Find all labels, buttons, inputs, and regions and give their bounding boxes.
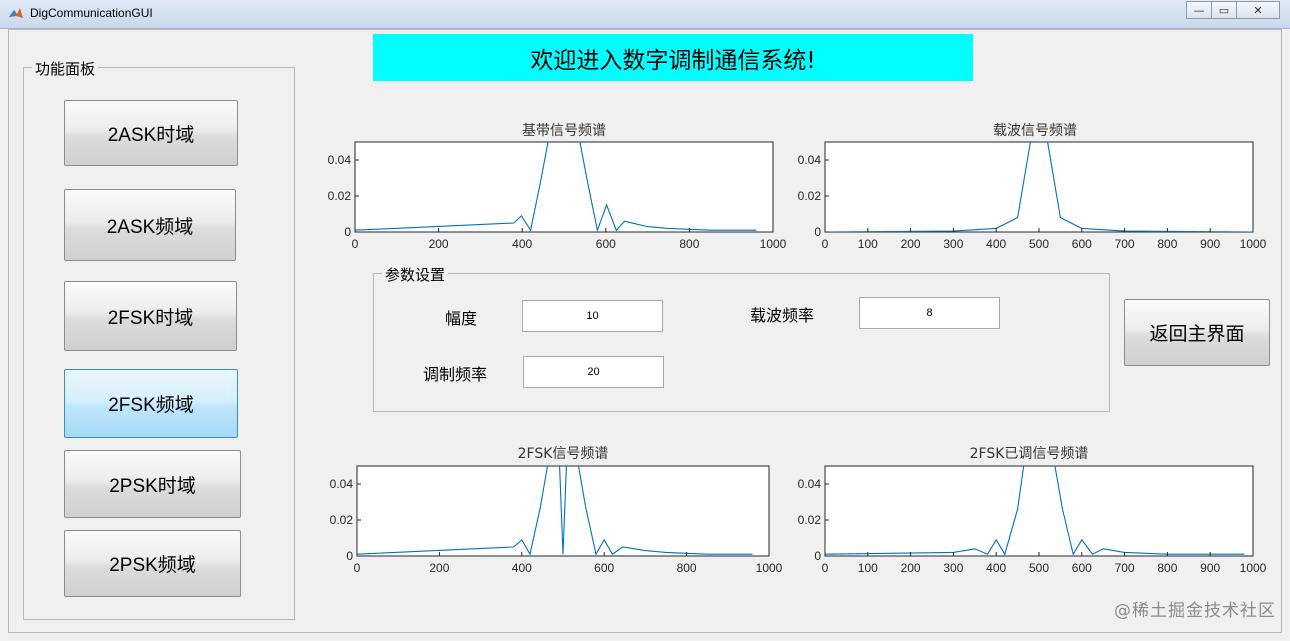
x-tick-label: 200 [901,561,921,575]
x-tick-label: 300 [943,237,963,251]
carrier-spectrum-plot: 0 100 200 300 400 500 600 700 800 900 1000 0 0.02 0.0… [798,141,1267,251]
y-tick-label: 0.04 [330,477,354,491]
close-button[interactable]: ✕ [1236,1,1280,19]
y-tick-label: 0 [346,549,353,563]
btn-2psk-freq[interactable]: 2PSK频域 [64,530,241,597]
window-title: DigCommunicationGUI [30,6,153,20]
window-titlebar: DigCommunicationGUI — ▭ ✕ [0,0,1290,29]
x-tick-label: 100 [858,561,878,575]
y-tick-label: 0.02 [330,513,354,527]
btn-2ask-freq[interactable]: 2ASK频域 [64,189,236,261]
return-main-button[interactable]: 返回主界面 [1124,299,1270,366]
baseband-spectrum-plot: 0 200 400 600 800 100000.020.04 [328,141,787,251]
x-tick-label: 700 [1115,561,1135,575]
x-tick-label: 0 [822,561,829,575]
x-tick-label: 400 [512,561,532,575]
x-tick-label: 600 [1072,561,1092,575]
x-tick-label: 800 [1157,561,1177,575]
parameter-panel: 参数设置 [373,264,1110,412]
welcome-banner: 欢迎进入数字调制通信系统! [373,34,973,81]
minimize-button[interactable]: — [1186,1,1212,19]
y-tick-label: 0.02 [798,513,822,527]
plot-area [824,141,1254,233]
x-tick-label: 0 [822,237,829,251]
parameter-panel-title: 参数设置 [382,264,449,285]
x-tick-label: 300 [943,561,963,575]
x-tick-label: 200 [429,561,449,575]
x-tick-label: 600 [596,237,616,251]
btn-2fsk-freq[interactable]: 2FSK频域 [64,369,238,438]
x-tick-label: 900 [1200,561,1220,575]
x-tick-label: 100 [858,237,878,251]
x-tick-label: 1000 [1240,561,1267,575]
y-tick-label: 0.02 [798,189,822,203]
function-panel-title: 功能面板 [32,58,99,79]
y-tick-label: 0.04 [798,153,822,167]
x-tick-label: 400 [986,237,1006,251]
x-tick-label: 900 [1200,237,1220,251]
x-tick-label: 500 [1029,237,1049,251]
fsk-signal-spectrum-plot: 0 200 400 600 800 100000.020.04 [330,465,783,575]
watermark: @稀土掘金技术社区 [1114,601,1276,621]
btn-2ask-time[interactable]: 2ASK时域 [64,100,238,166]
figure-client-area: 功能面板 2ASK时域 2ASK频域 2FSK时域 2FSK频域 2PSK时域 … [8,29,1282,633]
x-tick-label: 200 [429,237,449,251]
y-tick-label: 0 [814,549,821,563]
x-tick-label: 0 [352,237,359,251]
x-tick-label: 400 [986,561,1006,575]
x-tick-label: 400 [512,237,532,251]
window-controls: — ▭ ✕ [1186,1,1280,19]
matlab-icon [9,8,23,18]
btn-2psk-time[interactable]: 2PSK时域 [64,450,241,518]
y-tick-label: 0.04 [798,477,822,491]
carrier-freq-label: 载波频率 [750,306,815,325]
x-tick-label: 500 [1029,561,1049,575]
x-tick-label: 600 [594,561,614,575]
carrier-freq-input[interactable] [859,297,1000,329]
x-tick-label: 0 [354,561,361,575]
x-tick-label: 800 [1157,237,1177,251]
mod-freq-input[interactable] [523,356,664,388]
plot-area [354,141,774,233]
mod-freq-label: 调制频率 [423,365,488,384]
x-tick-label: 800 [677,561,697,575]
x-tick-label: 700 [1115,237,1135,251]
y-tick-label: 0.04 [328,153,352,167]
x-tick-label: 200 [901,237,921,251]
btn-2fsk-time[interactable]: 2FSK时域 [64,281,237,351]
y-tick-label: 0.02 [328,189,352,203]
x-tick-label: 800 [679,237,699,251]
y-tick-label: 0 [814,225,821,239]
fsk-modulated-spectrum-plot: 0 100 200 300 400 500 600 700 800 900 1000 0 0.02 0.0… [798,465,1267,575]
x-tick-label: 600 [1072,237,1092,251]
amplitude-input[interactable] [522,300,663,332]
amplitude-label: 幅度 [445,309,478,328]
y-tick-label: 0 [344,225,351,239]
plot-area [824,465,1254,557]
maximize-button[interactable]: ▭ [1211,1,1237,19]
x-tick-label: 1000 [1240,237,1267,251]
